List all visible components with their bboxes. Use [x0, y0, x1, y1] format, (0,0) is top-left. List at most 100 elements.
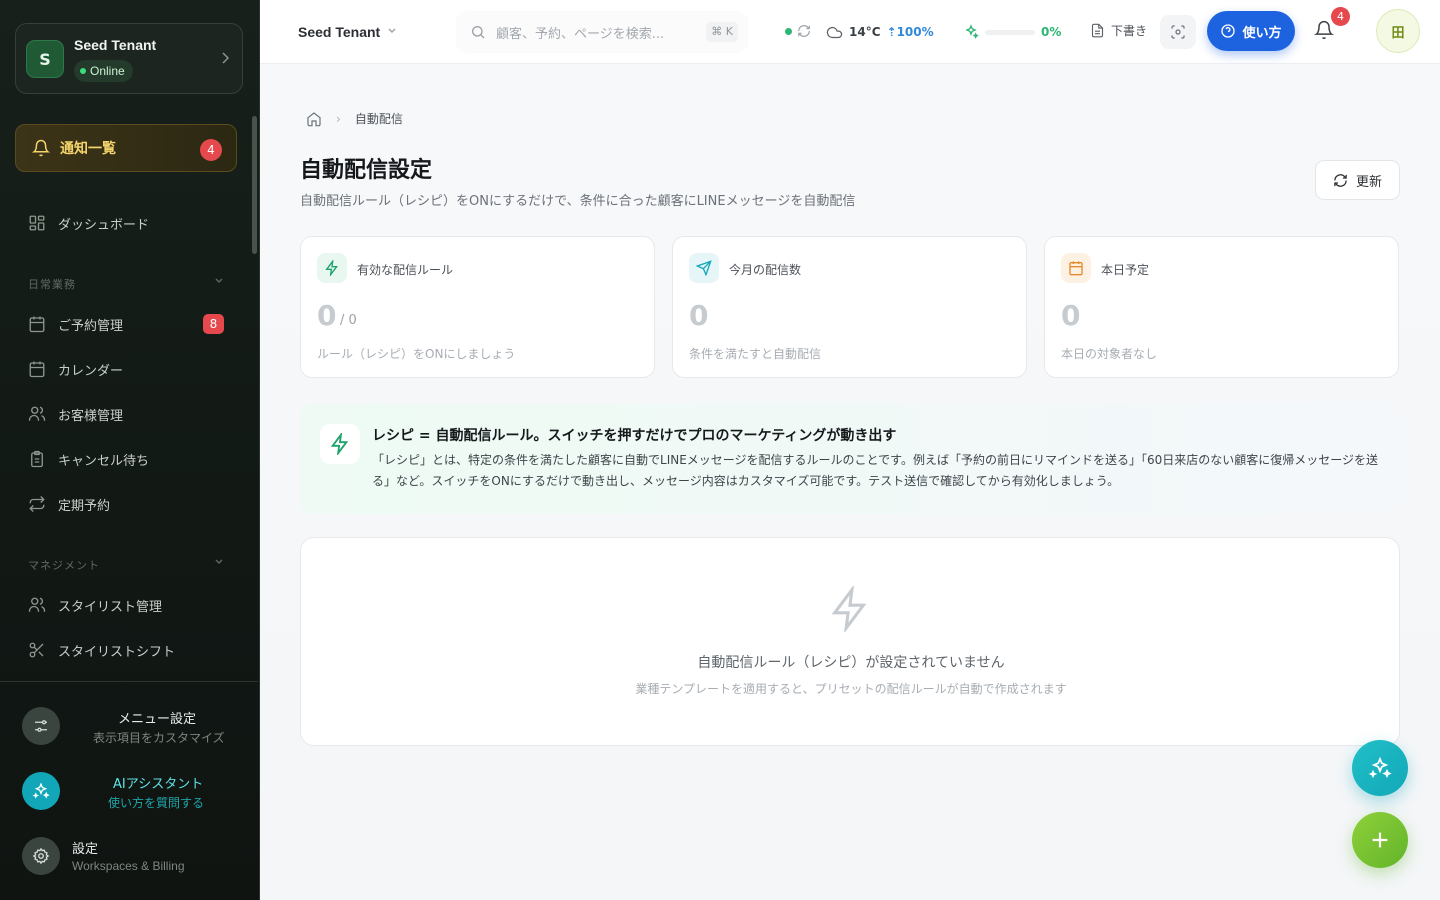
- drafts-button[interactable]: 下書き: [1090, 22, 1147, 39]
- dashboard-grid-icon: [28, 214, 46, 232]
- gear-icon: [22, 837, 60, 875]
- breadcrumb-current: 自動配信: [354, 112, 403, 126]
- stat-label: 有効な配信ルール: [357, 263, 454, 277]
- help-circle-icon: [1221, 24, 1236, 38]
- sidebar-item-dashboard[interactable]: ダッシュボード: [28, 211, 149, 235]
- repeat-icon: [28, 495, 46, 513]
- tenant-status-badge: Online: [74, 60, 133, 82]
- clipboard-icon: [28, 450, 46, 468]
- search-icon: [470, 24, 486, 40]
- sidebar-item-recurring[interactable]: 定期予約: [28, 492, 110, 516]
- section-title: 日常業務: [28, 278, 76, 291]
- stat-card-today-scheduled: 本日予定 0 本日の対象者なし: [1044, 236, 1399, 378]
- sidebar-item-label: スタイリスト管理: [58, 599, 163, 615]
- topbar: Seed Tenant 顧客、予約、ページを検索... ⌘ K 14°C ⇡10…: [260, 0, 1440, 64]
- scissors-icon: [28, 641, 46, 659]
- scan-icon: [1170, 24, 1186, 40]
- main-content: › 自動配信 自動配信設定 自動配信ルール（レシピ）をONにするだけで、条件に合…: [260, 64, 1440, 900]
- sparkles-icon: [1368, 756, 1392, 779]
- page-title: 自動配信設定: [300, 158, 433, 183]
- stat-value: 0: [1061, 299, 1081, 332]
- drafts-label: 下書き: [1111, 24, 1148, 38]
- sidebar-item-waitlist[interactable]: キャンセル待ち: [28, 447, 149, 471]
- sidebar-item-customers[interactable]: お客様管理: [28, 402, 123, 426]
- sidebar-item-calendar[interactable]: カレンダー: [28, 357, 123, 381]
- page-subtitle: 自動配信ルール（レシピ）をONにするだけで、条件に合った顧客にLINEメッセージ…: [300, 194, 856, 209]
- ai-assistant-fab[interactable]: [1352, 740, 1408, 796]
- setup-progress[interactable]: 0%: [963, 18, 1071, 46]
- sliders-icon: [22, 707, 60, 745]
- scan-button[interactable]: [1160, 15, 1196, 49]
- home-icon[interactable]: [306, 111, 322, 127]
- workspace-select[interactable]: Seed Tenant: [285, 10, 411, 54]
- bell-icon: [32, 139, 50, 157]
- settings-subtitle: Workspaces & Billing: [72, 859, 185, 873]
- sync-status[interactable]: [785, 24, 811, 38]
- notifications-list-button[interactable]: 通知一覧 4: [15, 124, 237, 172]
- howto-label: 使い方: [1242, 25, 1282, 41]
- settings-button[interactable]: 設定 Workspaces & Billing: [22, 833, 242, 883]
- refresh-label: 更新: [1355, 174, 1382, 190]
- empty-state: 自動配信ルール（レシピ）が設定されていません 業種テンプレートを適用すると、プリ…: [300, 537, 1400, 746]
- sidebar-item-label: カレンダー: [58, 363, 124, 379]
- stat-card-active-rules: 有効な配信ルール 0 / 0 ルール（レシピ）をONにしましょう: [300, 236, 655, 378]
- sync-online-dot: [785, 27, 792, 35]
- weather-temp: 14°C: [849, 25, 881, 39]
- sidebar-item-label: キャンセル待ち: [58, 453, 150, 469]
- sidebar-item-label: ダッシュボード: [58, 217, 150, 233]
- weather-widget[interactable]: 14°C ⇡100%: [826, 18, 934, 46]
- humidity-value: 100%: [896, 25, 934, 39]
- sidebar-item-label: お客様管理: [58, 408, 124, 424]
- search-input[interactable]: 顧客、予約、ページを検索... ⌘ K: [456, 11, 748, 53]
- stat-hint: 本日の対象者なし: [1061, 347, 1158, 361]
- breadcrumb: › 自動配信: [306, 110, 403, 127]
- sidebar-scrollbar[interactable]: [252, 116, 257, 254]
- sparkle-progress-icon: [963, 24, 979, 40]
- menu-settings-button[interactable]: メニュー設定 表示項目をカスタマイズ: [22, 703, 242, 753]
- stat-label: 本日予定: [1101, 263, 1150, 277]
- bell-icon: [1314, 20, 1334, 40]
- refresh-sync-icon: [797, 24, 811, 38]
- section-header-daily[interactable]: 日常業務: [28, 276, 224, 292]
- stat-label: 今月の配信数: [729, 263, 802, 277]
- refresh-icon: [1334, 173, 1347, 187]
- sidebar-item-stylists[interactable]: スタイリスト管理: [28, 593, 162, 617]
- tenant-name: Seed Tenant: [74, 37, 157, 53]
- users-icon: [28, 405, 46, 423]
- lightning-icon: [317, 253, 347, 283]
- sidebar-item-label: ご予約管理: [58, 318, 124, 334]
- ai-assistant-button[interactable]: AIアシスタント 使い方を質問する: [22, 768, 242, 818]
- sidebar-item-label: スタイリストシフト: [58, 644, 176, 660]
- stat-value: 0: [689, 299, 709, 332]
- search-shortcut-hint: ⌘ K: [706, 22, 738, 42]
- breadcrumb-separator: ›: [336, 111, 341, 126]
- section-header-management[interactable]: マネジメント: [28, 557, 224, 573]
- sidebar-item-reservations[interactable]: ご予約管理 8: [28, 312, 224, 336]
- users-icon: [28, 596, 46, 614]
- stat-hint: ルール（レシピ）をONにしましょう: [317, 347, 516, 361]
- notifications-count-badge: 4: [200, 139, 222, 161]
- info-body: 「レシピ」とは、特定の条件を満たした顧客に自動でLINEメッセージを配信するルー…: [372, 453, 1379, 488]
- calendar-icon: [28, 360, 46, 378]
- tenant-switcher[interactable]: S Seed Tenant Online: [15, 23, 243, 94]
- menu-settings-title: メニュー設定: [118, 712, 197, 727]
- sidebar-divider: [0, 681, 258, 682]
- user-avatar[interactable]: 田: [1376, 9, 1420, 53]
- section-title: マネジメント: [28, 559, 100, 572]
- stat-value: 0: [317, 299, 337, 332]
- calendar-grid-icon: [28, 315, 46, 333]
- add-fab[interactable]: [1352, 812, 1408, 868]
- refresh-button[interactable]: 更新: [1315, 160, 1400, 200]
- ai-assistant-title: AIアシスタント: [113, 777, 204, 792]
- howto-button[interactable]: 使い方: [1207, 11, 1295, 51]
- weather-humidity: ⇡100%: [886, 25, 934, 39]
- info-title: レシピ = 自動配信ルール。スイッチを押すだけでプロのマーケティングが動き出す: [372, 428, 897, 444]
- notification-bell-button[interactable]: [1314, 20, 1334, 40]
- calendar-icon: [1061, 253, 1091, 283]
- search-placeholder: 顧客、予約、ページを検索...: [496, 26, 665, 42]
- progress-bar: [985, 29, 1035, 35]
- sidebar-item-stylist-shifts[interactable]: スタイリストシフト: [28, 638, 175, 662]
- recipe-info-banner: レシピ = 自動配信ルール。スイッチを押すだけでプロのマーケティングが動き出す …: [300, 404, 1400, 514]
- plus-icon: [1372, 832, 1388, 848]
- empty-title: 自動配信ルール（レシピ）が設定されていません: [697, 655, 1005, 671]
